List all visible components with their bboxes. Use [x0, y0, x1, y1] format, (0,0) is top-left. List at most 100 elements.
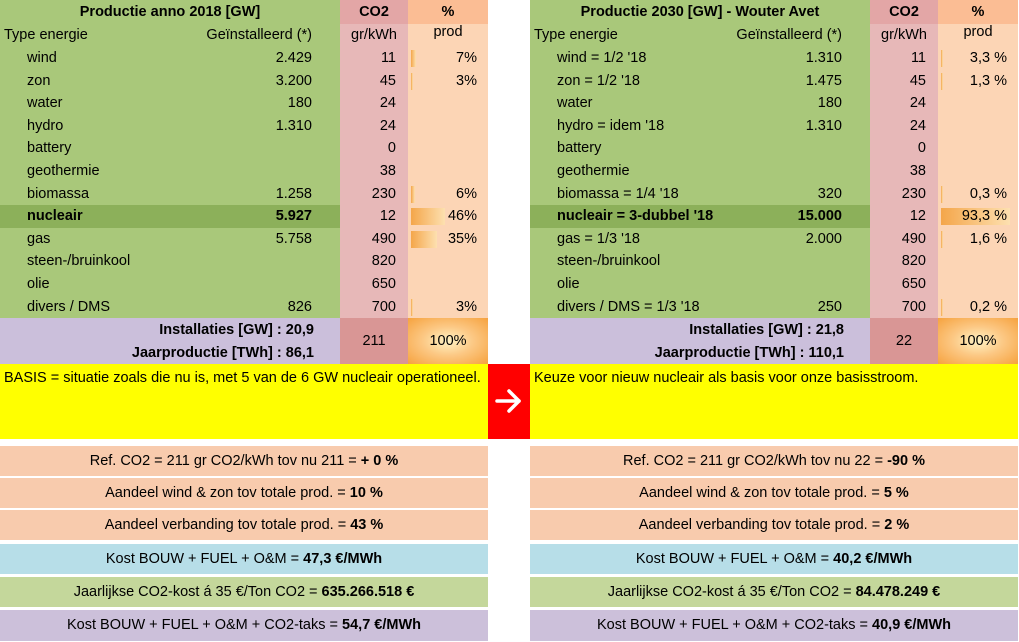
- prod-share-cell: 46%: [408, 205, 488, 229]
- installed-value: 250: [817, 298, 842, 315]
- jaarproductie-total: Jaarproductie [TWh] : 110,1: [654, 345, 844, 361]
- pct-total: 100%: [938, 318, 1018, 364]
- co2-value: 24: [340, 114, 408, 138]
- installed-value: 5.758: [275, 230, 312, 247]
- energy-type-label: divers / DMS = 1/3 '18: [557, 298, 700, 315]
- table-row: zon 3.200 45 3%: [0, 69, 488, 93]
- arrow-right-icon: [488, 364, 530, 439]
- installaties-total: Installaties [GW] : 20,9: [159, 322, 314, 338]
- installed-value: 3.200: [275, 72, 312, 89]
- installed-value: 1.310: [275, 117, 312, 134]
- prod-share-cell: 3,3 %: [938, 47, 1018, 70]
- co2-value: 38: [870, 160, 938, 183]
- prod-share-cell: [408, 92, 488, 116]
- panel-2018: Productie anno 2018 [GW] CO2 % Type ener…: [0, 0, 488, 642]
- table-row: nucleair 5.927 12 46%: [0, 205, 488, 229]
- co2-value: 650: [340, 273, 408, 296]
- co2-value: 24: [340, 92, 408, 116]
- type-energie-label: Type energie: [4, 27, 88, 43]
- energy-type-label: geothermie: [557, 163, 630, 179]
- table-row: wind 2.429 11 7%: [0, 47, 488, 70]
- installed-value: 180: [287, 95, 312, 112]
- co2-value: 490: [340, 227, 408, 251]
- panel-2030: Productie 2030 [GW] - Wouter Avet CO2 % …: [530, 0, 1018, 642]
- prod-share-value: 3%: [456, 72, 477, 89]
- energy-type-label: zon: [27, 72, 51, 89]
- scenario-note: BASIS = situatie zoals die nu is, met 5 …: [0, 364, 488, 439]
- co2-value: 24: [870, 114, 938, 138]
- prod-share-cell: 35%: [408, 227, 488, 251]
- energy-type-label: divers / DMS: [27, 298, 110, 315]
- installed-value: 1.475: [805, 72, 842, 89]
- cost-with-tax-line: Kost BOUW + FUEL + O&M + CO2-taks = 54,7…: [0, 610, 488, 641]
- energy-type-label: water: [27, 95, 63, 112]
- installed-value: 1.310: [805, 50, 842, 66]
- table-row: biomassa = 1/4 '18 320 230 0,3 %: [530, 182, 1018, 206]
- table-row: zon = 1/2 '18 1.475 45 1,3 %: [530, 69, 1018, 93]
- prod-share-value: 93,3 %: [961, 208, 1007, 225]
- prod-share-cell: 6%: [408, 182, 488, 206]
- prod-share-cell: 0,3 %: [938, 182, 1018, 206]
- table-row: gas 5.758 490 35%: [0, 227, 488, 251]
- prod-share-value: 35%: [447, 230, 477, 247]
- verbanding-share-line: Aandeel verbanding tov totale prod. = 2 …: [530, 510, 1018, 540]
- prod-share-value: 1,6 %: [969, 230, 1007, 247]
- wind-zon-share-value: 5 %: [883, 485, 909, 501]
- prod-share-bar: [411, 208, 446, 226]
- energy-type-label: water: [557, 95, 593, 112]
- table-row: battery 0: [530, 137, 1018, 161]
- co2-value: 0: [870, 137, 938, 161]
- co2-value: 820: [340, 250, 408, 274]
- co2-cost-value: 635.266.518 €: [321, 584, 415, 600]
- table-row: geothermie 38: [0, 160, 488, 183]
- prod-share-cell: [938, 273, 1018, 296]
- prod-share-cell: 7%: [408, 47, 488, 70]
- cost-line: Kost BOUW + FUEL + O&M = 47,3 €/MWh: [0, 544, 488, 574]
- table-row: olie 650: [0, 273, 488, 296]
- co2-total: 22: [870, 318, 938, 364]
- cost-with-tax-value: 54,7 €/MWh: [342, 617, 421, 633]
- prod-share-cell: [938, 92, 1018, 116]
- co2-value: 820: [870, 250, 938, 274]
- energy-type-label: hydro = idem '18: [557, 117, 665, 134]
- co2-value: 700: [870, 295, 938, 319]
- co2-value: 230: [870, 182, 938, 206]
- co2-value: 11: [340, 47, 408, 70]
- co2-cost-line: Jaarlijkse CO2-kost á 35 €/Ton CO2 = 84.…: [530, 577, 1018, 607]
- prod-share-cell: [408, 273, 488, 296]
- prod-share-value: 1,3 %: [969, 72, 1007, 89]
- prod-share-bar: [941, 298, 943, 316]
- table-row: olie 650: [530, 273, 1018, 296]
- verbanding-share-value: 43 %: [350, 517, 384, 533]
- co2-value: 24: [870, 92, 938, 116]
- cost-with-tax-value: 40,9 €/MWh: [872, 617, 951, 633]
- wind-zon-share-line: Aandeel wind & zon tov totale prod. = 10…: [0, 478, 488, 508]
- co2-value: 490: [870, 227, 938, 251]
- energy-type-label: steen-/bruinkool: [557, 253, 661, 270]
- co2-value: 12: [340, 205, 408, 229]
- prod-share-bar: [411, 185, 416, 203]
- table-row: divers / DMS 826 700 3%: [0, 295, 488, 319]
- co2-value: 700: [340, 295, 408, 319]
- installaties-total: Installaties [GW] : 21,8: [689, 322, 844, 338]
- co2-value: 12: [870, 205, 938, 229]
- pct-header: %: [938, 0, 1018, 24]
- prod-share-cell: 93,3 %: [938, 205, 1018, 229]
- table-row: hydro = idem '18 1.310 24: [530, 114, 1018, 138]
- installed-value: 826: [287, 298, 312, 315]
- energy-type-label: olie: [27, 276, 50, 292]
- table-row: water 180 24: [530, 92, 1018, 116]
- co2-value: 11: [870, 47, 938, 70]
- totals-block: Installaties [GW] : 20,9 Jaarproductie […: [0, 318, 488, 364]
- prod-share-cell: [938, 114, 1018, 138]
- table-row: nucleair = 3-dubbel '18 15.000 12 93,3 %: [530, 205, 1018, 229]
- installed-value: 1.258: [275, 185, 312, 202]
- verbanding-share-value: 2 %: [884, 517, 910, 533]
- energy-type-label: nucleair: [27, 208, 83, 225]
- prod-share-bar: [941, 72, 943, 90]
- prod-share-cell: [408, 250, 488, 274]
- installed-value: 15.000: [797, 208, 842, 225]
- wind-zon-share-line: Aandeel wind & zon tov totale prod. = 5 …: [530, 478, 1018, 508]
- co2-total: 211: [340, 318, 408, 364]
- installed-value: 2.429: [275, 50, 312, 66]
